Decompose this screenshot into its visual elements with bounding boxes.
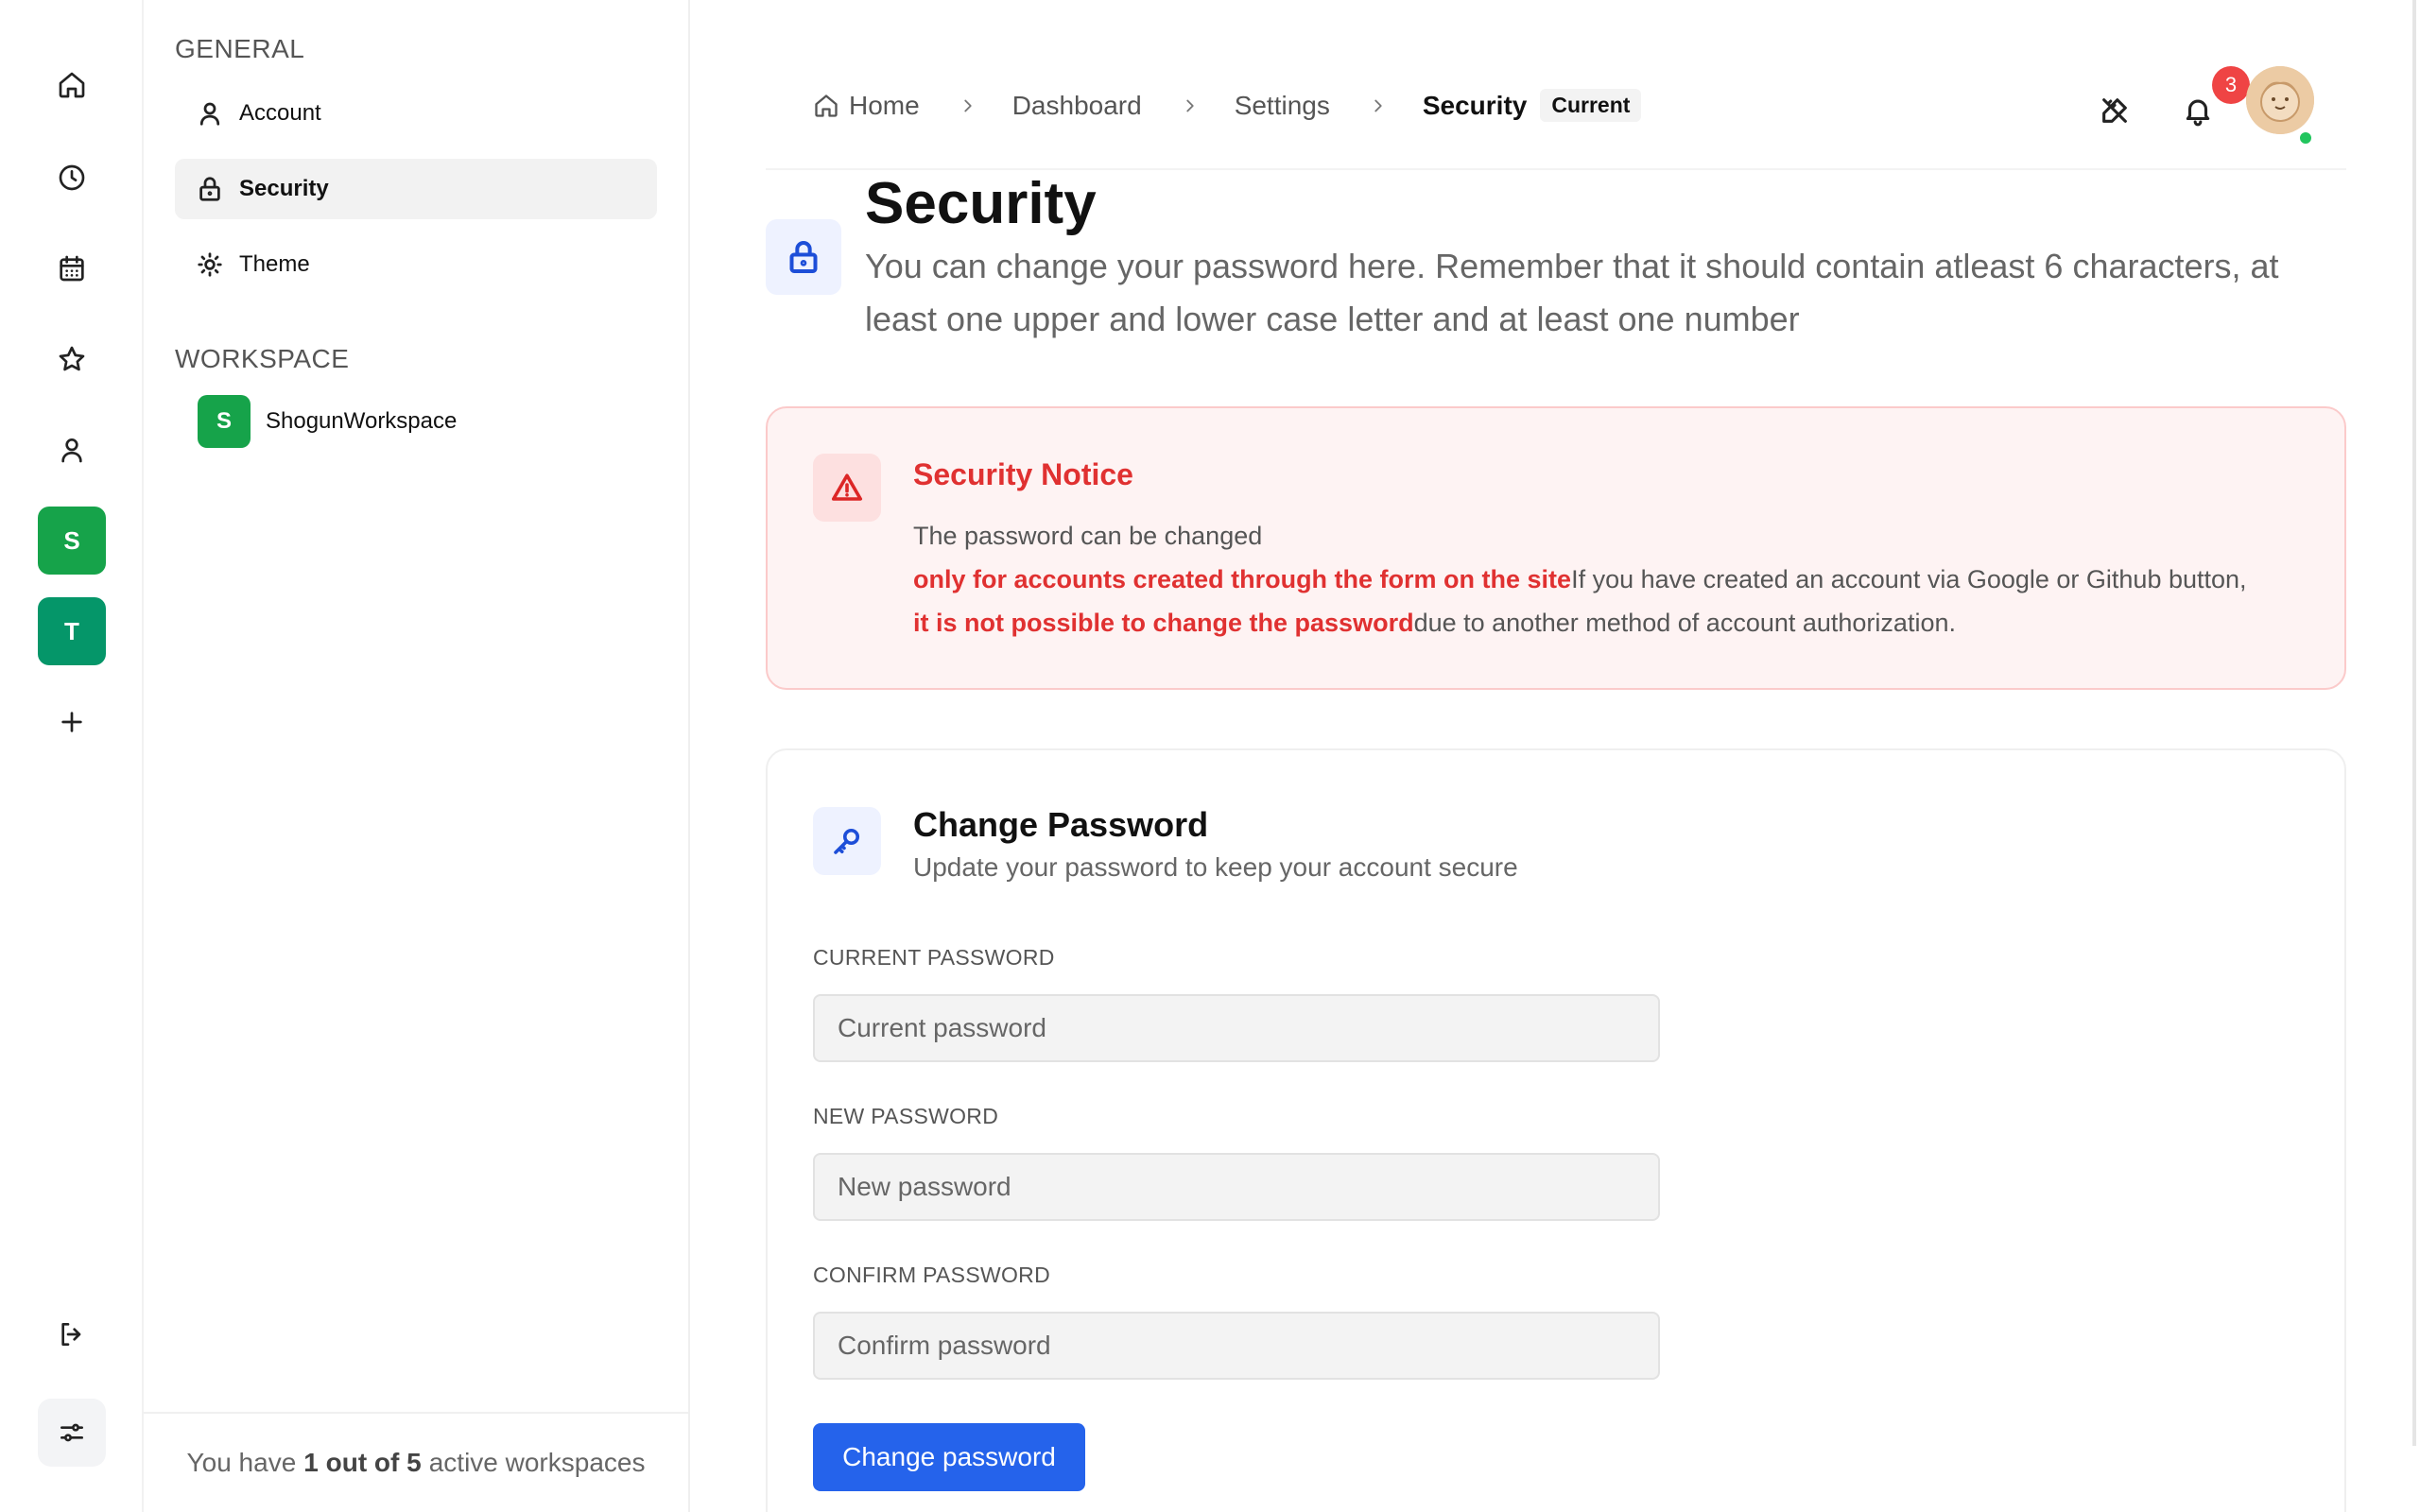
change-password-subtitle: Update your password to keep your accoun… (913, 852, 1518, 882)
workspace-t-button[interactable]: T (38, 597, 106, 665)
confirm-password-label: CONFIRM PASSWORD (813, 1263, 1050, 1287)
page-description: You can change your password here. Remem… (865, 247, 2279, 338)
home-icon[interactable] (38, 51, 106, 119)
breadcrumb-settings[interactable]: Settings (1235, 91, 1330, 121)
bell-icon (2186, 99, 2210, 127)
workspace-s-button[interactable]: S (38, 507, 106, 575)
footer-prefix: You have (186, 1448, 297, 1477)
warning-icon (813, 454, 881, 522)
change-password-button[interactable]: Change password (813, 1423, 1085, 1491)
notice-highlight-1: only for accounts created through the fo… (913, 565, 1572, 593)
sun-icon (198, 252, 222, 277)
notice-highlight-2: it is not possible to change the passwor… (913, 609, 1414, 637)
key-icon (813, 807, 881, 875)
workspace-avatar: S (198, 395, 251, 448)
logout-button[interactable] (38, 1300, 106, 1368)
add-workspace-button[interactable] (38, 688, 106, 756)
security-notice-card: Security Notice The password can be chan… (766, 406, 2346, 690)
icon-rail: S T (0, 0, 144, 1512)
chevron-right-icon (1368, 95, 1389, 116)
notice-line-1: The password can be changed (913, 522, 1263, 550)
pencil-ruler-icon (2102, 98, 2127, 123)
new-password-input[interactable] (813, 1153, 1660, 1221)
sidebar-item-label: Security (239, 176, 329, 201)
breadcrumb: Home Dashboard Settings Security Current (813, 89, 1642, 122)
design-tools-button[interactable] (2091, 87, 2138, 134)
workspace-name: ShogunWorkspace (266, 408, 458, 434)
calendar-icon[interactable] (38, 234, 106, 302)
change-password-card: Change Password Update your password to … (766, 748, 2346, 1512)
breadcrumb-home-label: Home (849, 90, 920, 120)
workspace-t-letter: T (64, 616, 79, 645)
workspace-count-footer: You have 1 out of 5 active workspaces (144, 1412, 688, 1512)
top-header: Home Dashboard Settings Security Current… (766, 57, 2346, 170)
settings-sliders-button[interactable] (38, 1399, 106, 1467)
notice-text-2: If you have created an account via Googl… (1571, 565, 2247, 593)
notice-title: Security Notice (913, 457, 1133, 491)
plus-icon (61, 712, 82, 732)
current-password-label: CURRENT PASSWORD (813, 945, 1055, 970)
sidebar-item-label: Theme (239, 251, 310, 277)
notice-line-2: only for accounts created through the fo… (913, 558, 2322, 601)
logout-icon (61, 1323, 81, 1346)
sidebar-item-account[interactable]: Account (175, 83, 657, 144)
notification-count-badge: 3 (2212, 66, 2250, 104)
chevron-right-icon (958, 95, 978, 116)
star-icon[interactable] (38, 325, 106, 393)
change-password-title: Change Password (913, 805, 1209, 844)
notice-text-3: due to another method of account authori… (1413, 609, 1956, 637)
sliders-icon (60, 1423, 83, 1442)
sidebar-item-theme[interactable]: Theme (175, 234, 657, 295)
notice-line-3: it is not possible to change the passwor… (913, 601, 2322, 644)
current-badge: Current (1540, 89, 1642, 122)
breadcrumb-current: Security (1422, 90, 1528, 120)
page-scrollbar[interactable] (2412, 0, 2416, 1446)
online-status-dot (2298, 130, 2313, 146)
confirm-password-input[interactable] (813, 1312, 1660, 1380)
chevron-right-icon (1180, 95, 1201, 116)
settings-sidebar: GENERAL Account Security Theme WORKSPACE… (144, 0, 690, 1512)
footer-count: 1 out of 5 (303, 1448, 422, 1477)
sidebar-item-label: Account (239, 100, 321, 126)
notice-body: The password can be changed only for acc… (913, 514, 2322, 644)
lock-icon (199, 177, 220, 201)
breadcrumb-home[interactable]: Home (813, 91, 920, 121)
user-icon (199, 102, 220, 126)
new-password-label: NEW PASSWORD (813, 1104, 999, 1128)
current-password-input[interactable] (813, 994, 1660, 1062)
general-heading: GENERAL (175, 34, 305, 63)
avatar-illustration (2246, 66, 2314, 134)
page-lock-icon (766, 219, 841, 295)
clock-icon[interactable] (38, 144, 106, 212)
footer-suffix: active workspaces (428, 1448, 646, 1477)
breadcrumb-dashboard[interactable]: Dashboard (1012, 91, 1142, 121)
workspace-s-letter: S (63, 525, 80, 555)
home-icon (815, 94, 838, 117)
sidebar-workspace-item[interactable]: S ShogunWorkspace (198, 395, 457, 448)
avatar[interactable] (2246, 66, 2314, 134)
page-title: Security (865, 171, 1097, 236)
user-icon[interactable] (38, 416, 106, 484)
sidebar-item-security[interactable]: Security (175, 159, 657, 219)
workspace-heading: WORKSPACE (175, 344, 350, 373)
